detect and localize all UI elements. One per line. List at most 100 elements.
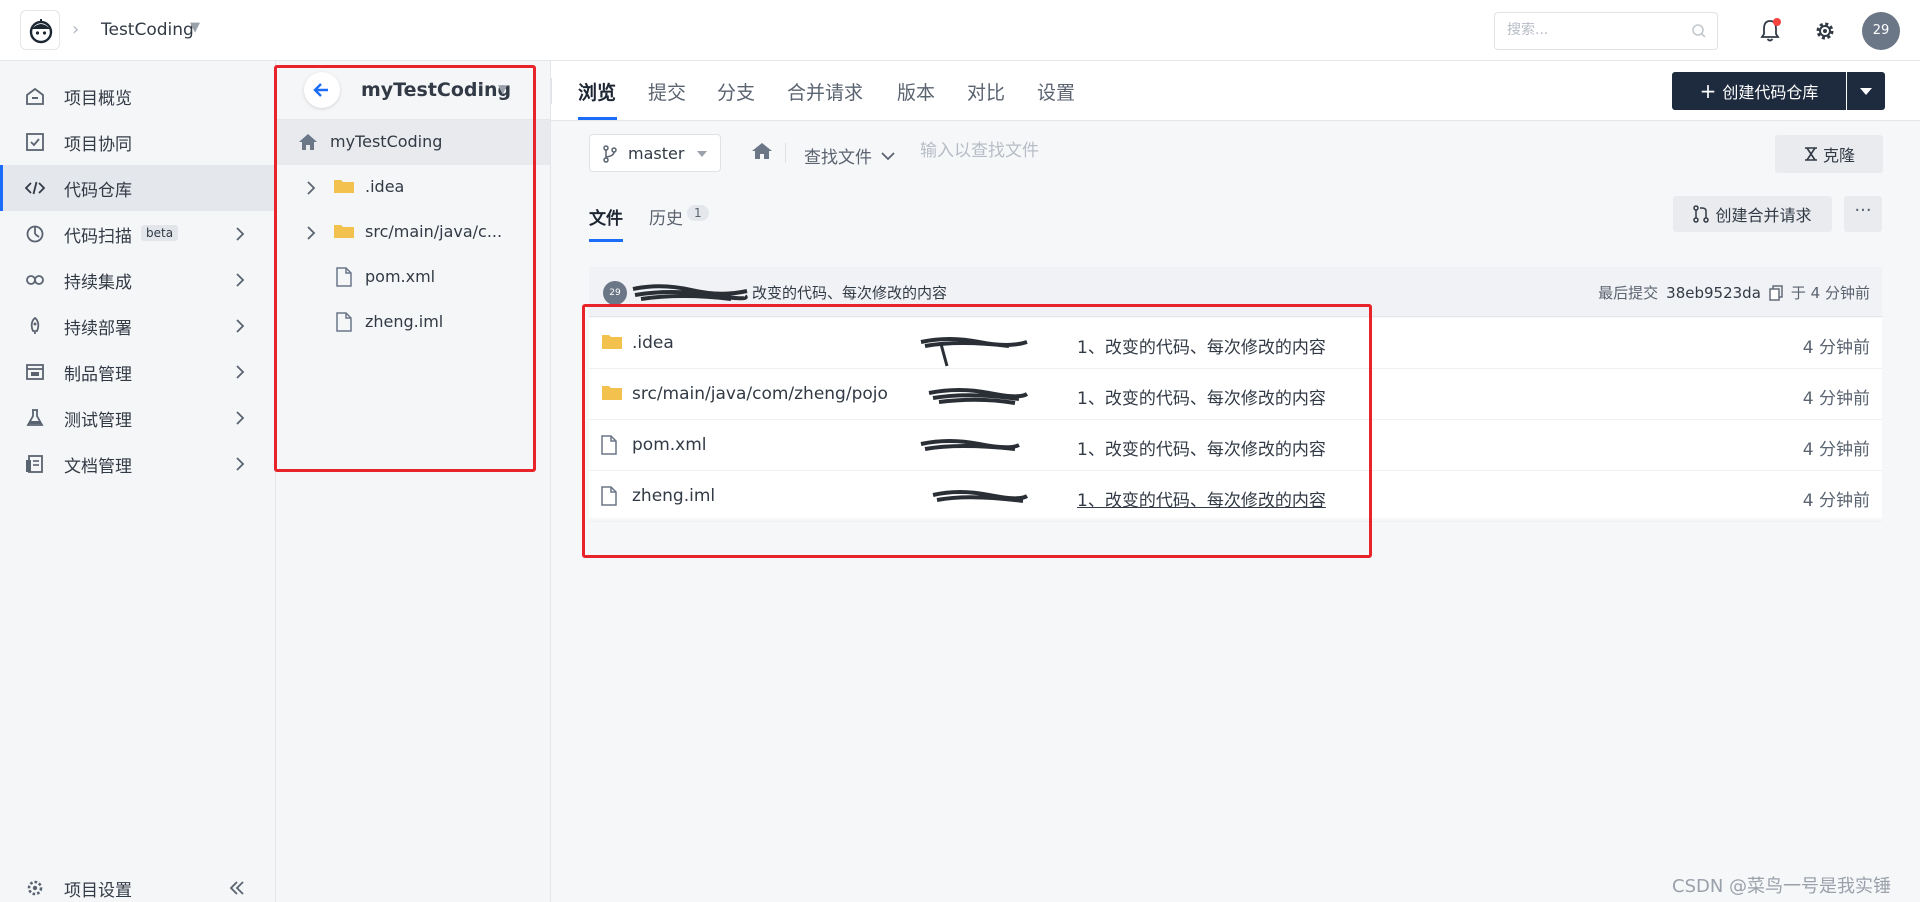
file-icon [601, 435, 617, 455]
back-button[interactable] [304, 72, 340, 108]
collapse-sidebar-icon[interactable] [229, 880, 245, 896]
chevron-right-icon [236, 227, 245, 241]
tree-item-label: .idea [365, 177, 405, 196]
top-bar: › TestCoding ▼ 29 [0, 0, 1920, 61]
nav-label: 代码仓库 [64, 180, 132, 201]
table-row[interactable]: pom.xml 1、改变的代码、每次修改的内容 4 分钟前 [589, 420, 1882, 471]
last-commit-label: 最后提交 [1598, 284, 1659, 302]
commit-hash[interactable]: 38eb9523da [1666, 284, 1761, 302]
create-repo-label: 创建代码仓库 [1722, 83, 1819, 102]
clone-icon [1804, 147, 1817, 161]
project-name[interactable]: TestCoding [101, 20, 194, 40]
plus-icon: + [1699, 79, 1717, 103]
redacted-author [932, 490, 1029, 503]
nav-label: 项目协同 [64, 134, 132, 155]
tab-browse[interactable]: 浏览 [578, 78, 616, 105]
history-count-badge: 1 [687, 205, 709, 221]
search-box[interactable] [1494, 12, 1718, 50]
chevron-down-icon[interactable] [881, 151, 895, 161]
caret-down-icon [697, 151, 707, 157]
create-repo-dropdown[interactable] [1847, 72, 1885, 110]
commit-message[interactable]: 1、改变的代码、每次修改的内容 [1077, 435, 1326, 460]
chevron-right-icon[interactable] [306, 180, 316, 196]
clone-button[interactable]: 克隆 [1775, 135, 1883, 173]
more-options-button[interactable]: ··· [1844, 196, 1882, 232]
file-icon [601, 486, 617, 506]
tab-settings[interactable]: 设置 [1037, 78, 1075, 105]
tree-item-label: src/main/java/c... [365, 222, 503, 241]
app-logo[interactable] [20, 10, 60, 50]
home-icon [299, 134, 317, 150]
commit-message[interactable]: 1、改变的代码、每次修改的内容 [1077, 486, 1326, 511]
caret-down-icon[interactable]: ▼ [190, 20, 200, 35]
tree-item[interactable]: src/main/java/c... [276, 210, 550, 255]
home-icon[interactable] [751, 141, 773, 161]
search-input[interactable] [1507, 22, 1677, 38]
redacted-author [928, 388, 1029, 405]
commit-author-avatar[interactable]: 29 [603, 281, 627, 305]
subtab-files[interactable]: 文件 [589, 204, 623, 229]
flask-icon [26, 409, 44, 426]
file-name[interactable]: zheng.iml [632, 486, 715, 506]
document-icon [26, 455, 43, 473]
package-icon [26, 364, 44, 380]
file-list: .idea 1、改变的代码、每次修改的内容 4 分钟前 src/main/jav… [589, 318, 1882, 522]
table-row[interactable]: zheng.iml 1、改变的代码、每次修改的内容 4 分钟前 [589, 471, 1882, 522]
file-name[interactable]: src/main/java/com/zheng/pojo [632, 384, 888, 404]
arrow-left-icon [313, 83, 328, 97]
nav-label: 持续集成 [64, 272, 132, 293]
create-merge-request-button[interactable]: 创建合并请求 [1673, 196, 1832, 232]
user-avatar[interactable]: 29 [1862, 12, 1900, 50]
table-row[interactable]: .idea 1、改变的代码、每次修改的内容 4 分钟前 [589, 318, 1882, 369]
tab-branches[interactable]: 分支 [717, 78, 755, 105]
nav-item-cd[interactable]: 持续部署 [0, 303, 275, 349]
logo-icon [29, 19, 53, 44]
nav-item-testing[interactable]: 测试管理 [0, 395, 275, 441]
code-icon [25, 181, 45, 195]
tree-item[interactable]: zheng.iml [276, 300, 550, 345]
notification-dot [1773, 18, 1781, 26]
tree-root[interactable]: myTestCoding [276, 120, 550, 165]
nav-item-overview[interactable]: 项目概览 [0, 73, 275, 119]
nav-item-docs[interactable]: 文档管理 [0, 441, 275, 487]
nav-label: 项目设置 [64, 880, 132, 901]
nav-item-artifacts[interactable]: 制品管理 [0, 349, 275, 395]
file-icon [336, 312, 352, 332]
find-file-button[interactable]: 查找文件 [804, 143, 872, 168]
repo-title[interactable]: myTestCoding [361, 79, 511, 101]
nav-item-collaboration[interactable]: 项目协同 [0, 119, 275, 165]
nav-label: 制品管理 [64, 364, 132, 385]
commit-message[interactable]: 1、改变的代码、每次修改的内容 [1077, 384, 1326, 409]
tree-item[interactable]: .idea [276, 165, 550, 210]
branch-name: master [628, 144, 685, 163]
tab-merge-requests[interactable]: 合并请求 [787, 78, 863, 105]
tree-item[interactable]: pom.xml [276, 255, 550, 300]
gear-icon[interactable] [1813, 19, 1837, 43]
nav-item-ci[interactable]: 持续集成 [0, 257, 275, 303]
home-outline-icon [26, 87, 44, 105]
rocket-icon [30, 317, 40, 334]
commit-message[interactable]: 1、改变的代码、每次修改的内容 [1077, 333, 1326, 358]
left-nav: 项目概览 项目协同 代码仓库 代码扫描 beta 持续集成 持续部署 制品管理 … [0, 61, 276, 902]
caret-down-icon[interactable]: ▼ [498, 82, 507, 96]
tree-root-label: myTestCoding [330, 132, 443, 151]
find-file-input[interactable] [920, 141, 1180, 161]
tab-compare[interactable]: 对比 [967, 78, 1005, 105]
file-name[interactable]: pom.xml [632, 435, 707, 455]
file-name[interactable]: .idea [632, 333, 674, 353]
table-row[interactable]: src/main/java/com/zheng/pojo 1、改变的代码、每次修… [589, 369, 1882, 420]
nav-item-code-repo[interactable]: 代码仓库 [0, 165, 275, 211]
create-repo-button[interactable]: + 创建代码仓库 [1672, 72, 1846, 110]
chevron-right-icon[interactable] [306, 225, 316, 241]
copy-icon[interactable] [1769, 284, 1783, 301]
tab-commits[interactable]: 提交 [648, 78, 686, 105]
redacted-author [920, 337, 1028, 367]
nav-item-code-scan[interactable]: 代码扫描 beta [0, 211, 275, 257]
commit-message[interactable]: 改变的代码、每次修改的内容 [752, 282, 947, 303]
tab-releases[interactable]: 版本 [897, 78, 935, 105]
nav-item-project-settings[interactable]: 项目设置 [0, 865, 275, 902]
branch-selector[interactable]: master [589, 134, 721, 172]
divider [785, 143, 786, 163]
commit-time: 4 分钟前 [1802, 389, 1870, 409]
subtab-history[interactable]: 历史 [649, 204, 683, 229]
